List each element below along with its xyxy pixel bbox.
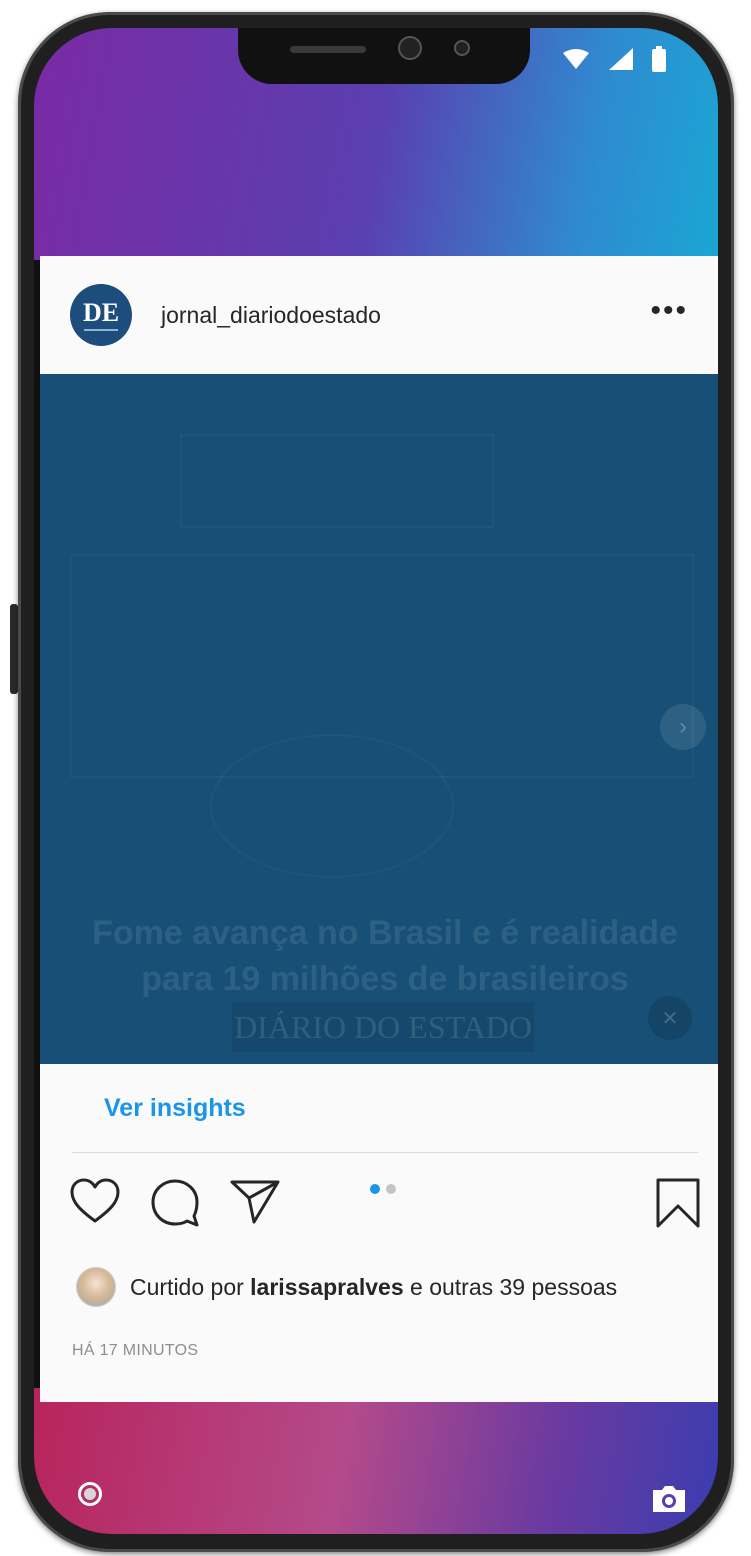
wifi-icon <box>563 49 589 69</box>
record-icon[interactable] <box>78 1482 102 1506</box>
wallpaper-bottom <box>34 1388 718 1534</box>
bookmark-icon[interactable] <box>656 1178 700 1228</box>
likes-text[interactable]: Curtido por larissapralves e outras 39 p… <box>130 1274 617 1301</box>
carousel-dots <box>370 1184 396 1194</box>
front-camera <box>398 36 422 60</box>
carousel-next-icon[interactable]: › <box>660 704 706 750</box>
more-icon[interactable]: ••• <box>650 296 688 326</box>
mute-icon[interactable]: ✕ <box>648 996 692 1040</box>
phone-frame: DE jornal_diariodoestado ••• › Fome avan… <box>18 12 734 1552</box>
account-avatar[interactable]: DE <box>70 284 132 346</box>
comment-icon[interactable] <box>150 1178 200 1228</box>
phone-side-button <box>10 604 18 694</box>
post-timestamp: HÁ 17 MINUTOS <box>72 1342 199 1359</box>
likes-prefix: Curtido por <box>130 1273 244 1300</box>
notch <box>238 28 530 84</box>
camera-icon[interactable] <box>650 1484 688 1514</box>
avatar-logo-text: DE <box>82 297 120 327</box>
post-username[interactable]: jornal_diariodoestado <box>161 302 381 329</box>
speaker <box>290 46 366 53</box>
media-brand: DIÁRIO DO ESTADO <box>232 1002 534 1052</box>
likes-user[interactable]: larissapralves <box>250 1274 403 1300</box>
heart-icon[interactable] <box>70 1178 120 1224</box>
sensor <box>454 40 470 56</box>
media-shape <box>180 434 494 528</box>
post-header: DE jornal_diariodoestado ••• <box>40 256 718 374</box>
post-footer: Ver insights Curtido por larissapralves … <box>40 1064 718 1402</box>
view-insights-link[interactable]: Ver insights <box>104 1094 246 1123</box>
likes-suffix[interactable]: e outras 39 pessoas <box>410 1274 617 1300</box>
carousel-dot-active <box>370 1184 380 1194</box>
avatar-logo-bar <box>84 328 118 331</box>
status-bar <box>562 46 666 72</box>
post-card: DE jornal_diariodoestado ••• › Fome avan… <box>40 256 718 1402</box>
media-shape <box>210 734 454 878</box>
liker-avatar[interactable] <box>76 1267 116 1307</box>
signal-icon <box>609 48 633 70</box>
save-button[interactable] <box>656 1178 700 1228</box>
media-headline: Fome avança no Brasil e é realidade para… <box>92 914 678 998</box>
phone-screen: DE jornal_diariodoestado ••• › Fome avan… <box>34 28 718 1534</box>
share-icon[interactable] <box>230 1178 280 1224</box>
divider <box>72 1152 698 1153</box>
likes-row: Curtido por larissapralves e outras 39 p… <box>76 1267 617 1307</box>
post-media[interactable]: › Fome avança no Brasil e é realidade pa… <box>40 374 718 1064</box>
carousel-dot <box>386 1184 396 1194</box>
battery-icon <box>652 46 666 72</box>
post-actions <box>70 1178 280 1228</box>
